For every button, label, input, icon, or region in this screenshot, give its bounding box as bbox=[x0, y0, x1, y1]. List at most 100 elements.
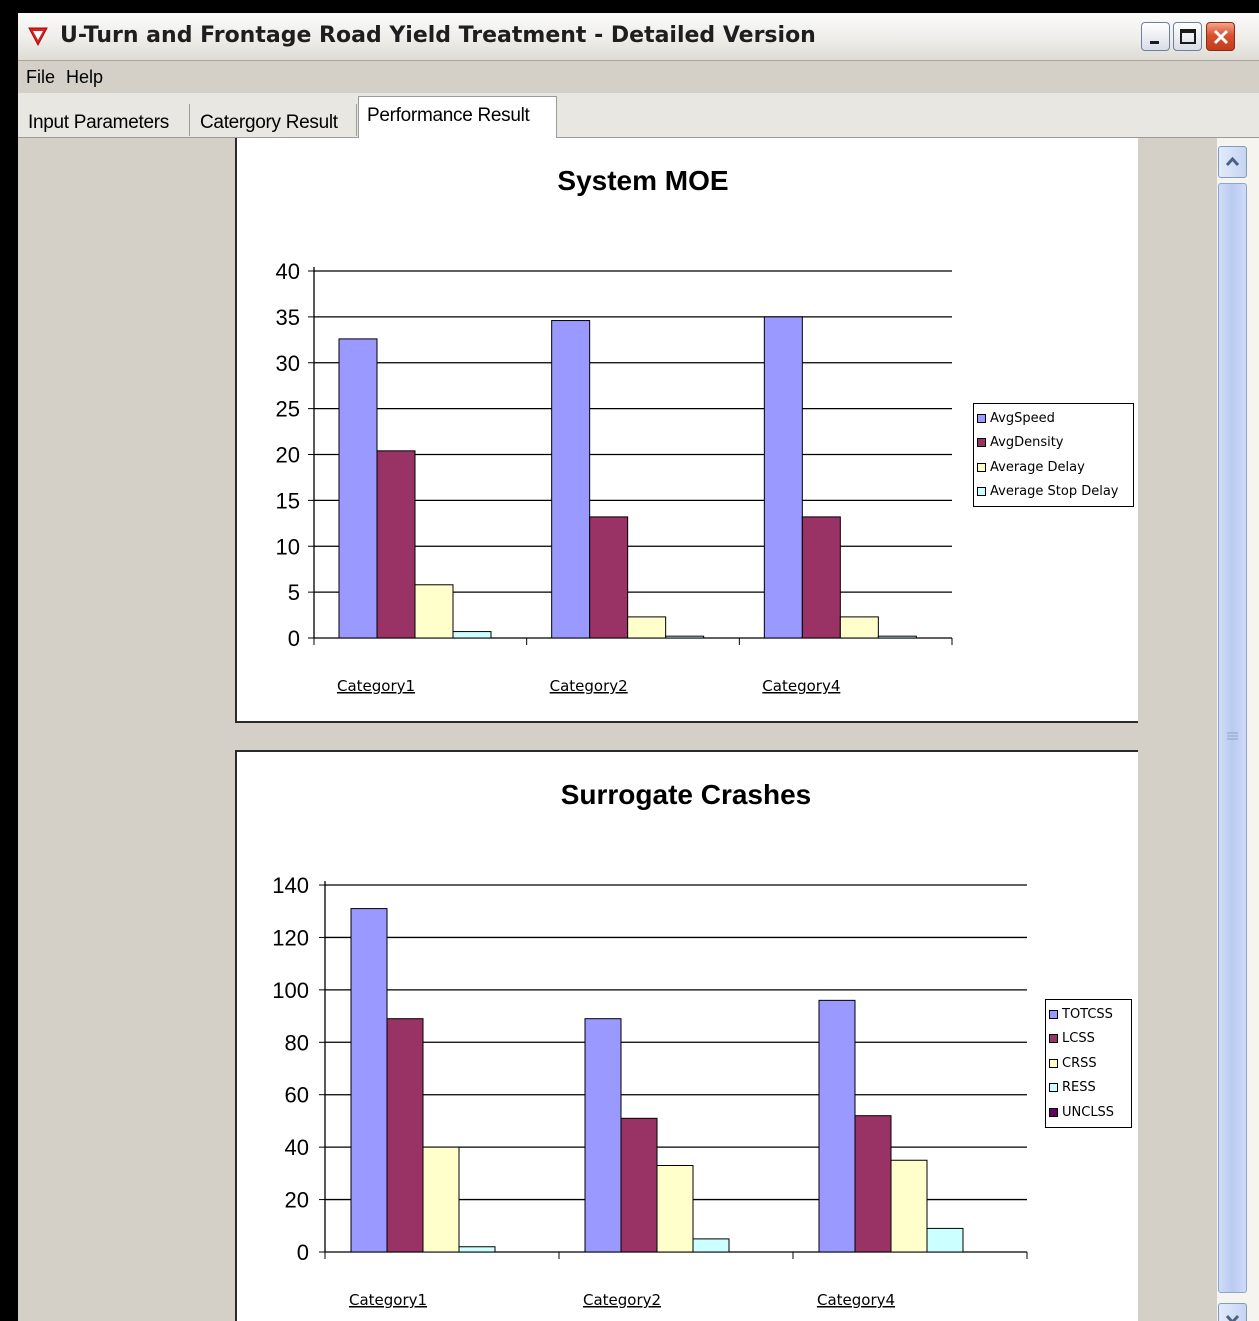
chevron-up-icon bbox=[1225, 156, 1240, 167]
bar-average-stop-delay bbox=[665, 635, 705, 639]
tab-strip: Input Parameters Catergory Result Perfor… bbox=[18, 93, 1259, 138]
legend-item: Average Delay bbox=[977, 455, 1130, 480]
y-tick-label: 40 bbox=[276, 259, 300, 284]
bar-crss bbox=[890, 1159, 928, 1253]
maximize-button[interactable] bbox=[1173, 22, 1202, 51]
legend-label: AvgSpeed bbox=[990, 410, 1055, 426]
y-tick-label: 25 bbox=[276, 397, 300, 422]
chart-title: Surrogate Crashes bbox=[561, 779, 812, 810]
legend-item: RESS bbox=[1049, 1076, 1128, 1101]
legend-swatch bbox=[1049, 1083, 1058, 1093]
bar-totcss bbox=[818, 999, 856, 1253]
legend-swatch bbox=[977, 438, 986, 448]
legend-swatch bbox=[1049, 1058, 1058, 1068]
legend-label: AvgDensity bbox=[990, 435, 1064, 451]
y-tick-label: 140 bbox=[272, 873, 309, 898]
title-bar[interactable]: U-Turn and Frontage Road Yield Treatment… bbox=[18, 13, 1259, 61]
bar-avgdensity bbox=[589, 516, 629, 639]
legend-label: UNCLSS bbox=[1062, 1104, 1115, 1120]
y-tick-label: 80 bbox=[285, 1030, 309, 1055]
y-tick-label: 30 bbox=[276, 351, 300, 376]
y-tick-label: 20 bbox=[276, 443, 300, 468]
bar-crss bbox=[422, 1146, 460, 1253]
legend-swatch bbox=[1049, 1009, 1058, 1019]
vertical-scrollbar[interactable] bbox=[1217, 138, 1259, 1321]
surrogate-crashes-chart-panel: Surrogate Crashes 0 20 40 60 80 100 120 140 Categ… bbox=[235, 750, 1138, 1321]
y-tick-label: 120 bbox=[272, 925, 309, 950]
bar-crss bbox=[656, 1164, 694, 1253]
y-tick-label: 40 bbox=[285, 1135, 309, 1160]
bar-totcss bbox=[350, 908, 388, 1253]
legend-label: TOTCSS bbox=[1062, 1006, 1113, 1022]
bar-avgspeed bbox=[763, 316, 803, 639]
surrogate-crashes-chart: Surrogate Crashes 0 20 40 60 80 100 120 140 Categ… bbox=[272, 779, 1028, 1309]
legend-label: CRSS bbox=[1062, 1055, 1097, 1071]
legend-item: Average Stop Delay bbox=[977, 480, 1130, 505]
close-icon bbox=[1213, 29, 1229, 45]
bar-avgspeed bbox=[338, 338, 378, 639]
x-category-label: Category2 bbox=[550, 677, 628, 695]
legend-swatch bbox=[1049, 1034, 1058, 1044]
bar-average-delay bbox=[414, 584, 454, 639]
x-category-label: Category1 bbox=[349, 1291, 427, 1309]
legend-item: TOTCSS bbox=[1049, 1002, 1128, 1027]
scroll-up-button[interactable] bbox=[1218, 146, 1247, 178]
y-tick-label: 0 bbox=[297, 1240, 309, 1265]
y-tick-label: 5 bbox=[288, 580, 300, 605]
tab-performance-result[interactable]: Performance Result bbox=[358, 96, 557, 138]
legend-swatch bbox=[977, 462, 986, 472]
grip-icon bbox=[1227, 732, 1238, 740]
app-window: U-Turn and Frontage Road Yield Treatment… bbox=[18, 13, 1259, 1321]
tab-category-result[interactable]: Catergory Result bbox=[192, 104, 357, 136]
legend-item: AvgSpeed bbox=[977, 406, 1130, 431]
scroll-thumb[interactable] bbox=[1218, 183, 1247, 1293]
legend-label: Average Delay bbox=[990, 459, 1085, 475]
bar-avgdensity bbox=[376, 450, 416, 639]
y-tick-label: 60 bbox=[285, 1083, 309, 1108]
system-moe-legend: AvgSpeed AvgDensity Average Delay Average S… bbox=[973, 403, 1134, 507]
surrogate-crashes-legend: TOTCSS LCSS CRSS RESS UNCLSS bbox=[1045, 999, 1132, 1128]
y-tick-label: 15 bbox=[276, 488, 300, 513]
close-button[interactable] bbox=[1206, 22, 1235, 51]
y-tick-label: 20 bbox=[285, 1188, 309, 1213]
menu-bar: File Help bbox=[18, 61, 1259, 93]
minimize-icon bbox=[1150, 41, 1159, 44]
legend-label: RESS bbox=[1062, 1080, 1096, 1096]
legend-label: LCSS bbox=[1062, 1031, 1095, 1047]
bar-ress bbox=[926, 1227, 964, 1253]
bar-lcss bbox=[854, 1115, 892, 1253]
chart-title: System MOE bbox=[557, 165, 728, 196]
x-category-label: Category2 bbox=[583, 1291, 661, 1309]
bar-average-delay bbox=[627, 616, 667, 639]
bar-avgspeed bbox=[551, 320, 591, 639]
legend-item: CRSS bbox=[1049, 1051, 1128, 1076]
legend-item: UNCLSS bbox=[1049, 1100, 1128, 1125]
legend-swatch bbox=[1049, 1107, 1058, 1117]
legend-swatch bbox=[977, 413, 986, 423]
bar-totcss bbox=[584, 1018, 622, 1253]
bar-lcss bbox=[386, 1018, 424, 1253]
legend-item: AvgDensity bbox=[977, 431, 1130, 456]
menu-file[interactable]: File bbox=[26, 67, 55, 88]
bar-ress bbox=[458, 1246, 496, 1253]
y-tick-label: 10 bbox=[276, 534, 300, 559]
bar-ress bbox=[692, 1238, 730, 1253]
y-tick-label: 100 bbox=[272, 978, 309, 1003]
bar-average-stop-delay bbox=[452, 631, 492, 639]
maximize-icon bbox=[1180, 29, 1196, 44]
scroll-down-button[interactable] bbox=[1218, 1303, 1247, 1321]
bar-avgdensity bbox=[801, 516, 841, 639]
chevron-down-icon bbox=[1225, 1314, 1240, 1321]
minimize-button[interactable] bbox=[1141, 22, 1170, 51]
tab-content: System MOE 0 5 10 15 20 25 30 35 40 Category1 Categ… bbox=[18, 138, 1259, 1321]
tab-input-parameters[interactable]: Input Parameters bbox=[20, 104, 190, 136]
y-tick-label: 35 bbox=[276, 305, 300, 330]
window-title: U-Turn and Frontage Road Yield Treatment… bbox=[60, 23, 816, 48]
bar-average-delay bbox=[839, 616, 879, 639]
bar-lcss bbox=[620, 1117, 658, 1253]
menu-help[interactable]: Help bbox=[66, 67, 103, 88]
legend-label: Average Stop Delay bbox=[990, 484, 1119, 500]
x-category-label: Category4 bbox=[762, 677, 840, 695]
x-category-label: Category1 bbox=[337, 677, 415, 695]
legend-item: LCSS bbox=[1049, 1027, 1128, 1052]
